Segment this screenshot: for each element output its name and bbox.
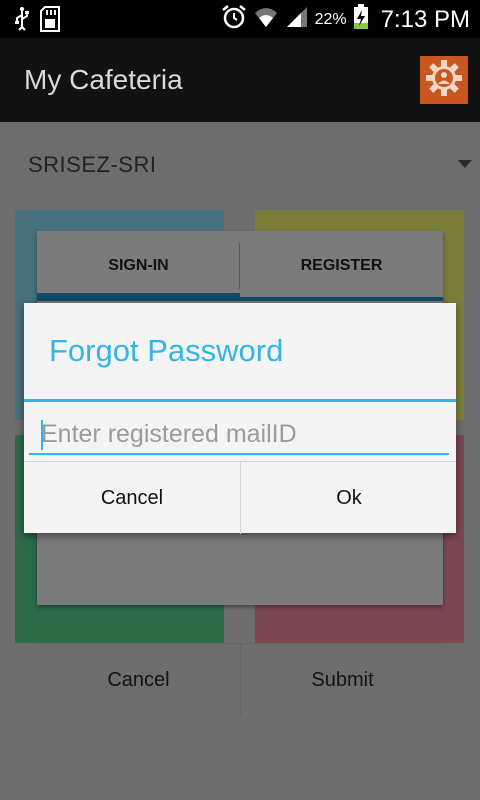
- dialog-title: Forgot Password: [49, 333, 284, 368]
- settings-button[interactable]: [420, 56, 468, 104]
- usb-icon: [14, 7, 30, 36]
- tab-sign-in[interactable]: SIGN-IN: [37, 231, 240, 301]
- dropdown-arrow-icon: [458, 160, 472, 168]
- text-cursor: [41, 420, 43, 450]
- alarm-icon: [221, 4, 247, 35]
- wifi-icon: [253, 5, 279, 34]
- login-dialog-buttons: Cancel Submit: [37, 643, 443, 716]
- dialog-buttons: Cancel Ok: [24, 461, 456, 534]
- status-bar-system: 22% 7:13 PM: [221, 4, 470, 35]
- battery-charging-icon: [353, 4, 369, 35]
- login-submit-button[interactable]: Submit: [240, 644, 444, 716]
- tab-indicator-selected: [37, 293, 240, 301]
- tab-indicator: [240, 297, 443, 301]
- ok-button[interactable]: Ok: [240, 462, 457, 534]
- gear-icon: [425, 59, 463, 102]
- login-cancel-button[interactable]: Cancel: [37, 644, 240, 716]
- signal-icon: [285, 5, 309, 34]
- tab-divider: [239, 243, 240, 289]
- cancel-button[interactable]: Cancel: [24, 462, 240, 534]
- app-title: My Cafeteria: [24, 64, 183, 95]
- forgot-password-dialog: Forgot Password Cancel Ok: [24, 303, 456, 534]
- status-bar-notifications: [14, 6, 60, 37]
- location-spinner[interactable]: SRISEZ-SRI: [0, 146, 480, 186]
- login-tabs: SIGN-IN REGISTER: [37, 231, 443, 301]
- email-field[interactable]: [29, 415, 449, 455]
- tab-register[interactable]: REGISTER: [240, 231, 443, 301]
- clock: 7:13 PM: [380, 5, 470, 33]
- battery-percent: 22%: [314, 10, 347, 28]
- status-bar: 22% 7:13 PM: [0, 0, 480, 38]
- sd-card-icon: [40, 6, 60, 37]
- location-spinner-value: SRISEZ-SRI: [28, 152, 157, 177]
- action-bar: My Cafeteria: [0, 38, 480, 122]
- dialog-title-divider: [24, 399, 456, 402]
